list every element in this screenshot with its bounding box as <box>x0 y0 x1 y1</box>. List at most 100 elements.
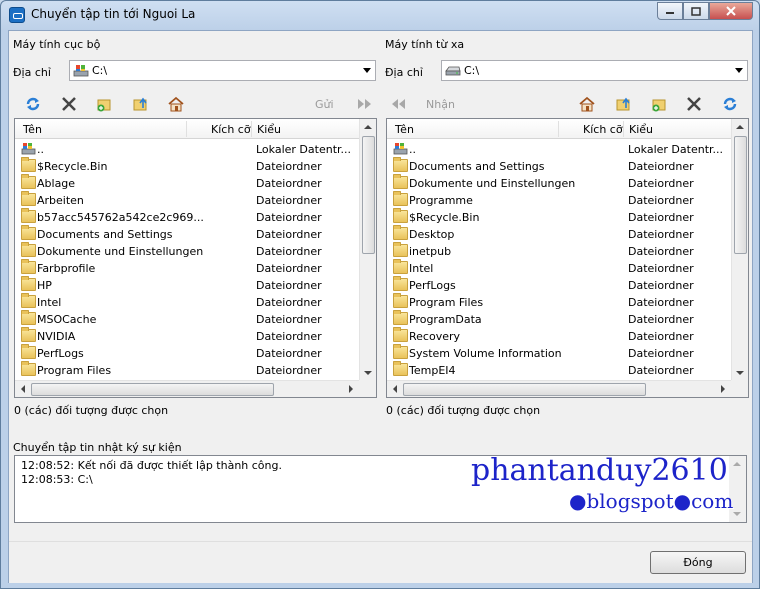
close-window-button[interactable] <box>709 2 753 20</box>
list-item[interactable]: PerfLogs Dateiordner <box>387 276 731 294</box>
folder-icon <box>21 191 36 206</box>
list-item[interactable]: HP Dateiordner <box>15 276 359 294</box>
local-file-list[interactable]: Tên Kích cỡ Kiểu .. Lokaler Datentr... $Re… <box>14 118 377 398</box>
send-button[interactable] <box>355 95 375 113</box>
list-item[interactable]: System Volume Information Dateiordner <box>387 344 731 362</box>
remote-address-combo[interactable]: C:\ <box>441 60 748 81</box>
minimize-button[interactable] <box>657 2 683 20</box>
file-type: Dateiordner <box>256 364 322 377</box>
remote-file-list[interactable]: Tên Kích cỡ Kiểu .. Lokaler Datentr... Doc… <box>386 118 749 398</box>
list-item[interactable]: Programme Dateiordner <box>387 191 731 209</box>
new-folder-local-button[interactable] <box>94 95 114 113</box>
title-bar[interactable]: Chuyển tập tin tới Nguoi La <box>1 1 759 29</box>
column-name-header[interactable]: Tên <box>23 123 42 136</box>
scroll-left-icon[interactable] <box>393 385 397 393</box>
list-item[interactable]: Program Files Dateiordner <box>387 293 731 311</box>
folder-icon <box>393 327 408 342</box>
scroll-thumb[interactable] <box>403 383 646 396</box>
list-item[interactable]: $Recycle.Bin Dateiordner <box>387 208 731 226</box>
scroll-right-icon[interactable] <box>721 385 725 393</box>
list-item[interactable]: Documents and Settings Dateiordner <box>387 157 731 175</box>
column-type-header[interactable]: Kiểu <box>629 123 653 136</box>
scroll-left-icon[interactable] <box>21 385 25 393</box>
maximize-icon <box>691 6 701 16</box>
list-item[interactable]: Ablage Dateiordner <box>15 174 359 192</box>
close-icon <box>726 6 736 16</box>
list-item[interactable]: Arbeiten Dateiordner <box>15 191 359 209</box>
refresh-remote-button[interactable] <box>720 95 740 113</box>
receive-label[interactable]: Nhận <box>426 98 455 111</box>
list-item[interactable]: Farbprofile Dateiordner <box>15 259 359 277</box>
delete-icon <box>687 97 701 111</box>
scroll-right-icon[interactable] <box>349 385 353 393</box>
remote-list-header: Tên Kích cỡ Kiểu <box>387 119 731 139</box>
scroll-thumb[interactable] <box>734 136 747 254</box>
scroll-up-icon[interactable] <box>736 125 744 129</box>
scroll-down-icon[interactable] <box>736 371 744 375</box>
maximize-button[interactable] <box>683 2 709 20</box>
local-horizontal-scrollbar[interactable] <box>15 380 359 397</box>
scroll-up-icon[interactable] <box>364 125 372 129</box>
list-item[interactable]: Program Files Dateiordner <box>15 361 359 379</box>
close-button[interactable]: Đóng <box>650 551 746 574</box>
file-name: TempEI4 <box>409 364 456 377</box>
list-item[interactable]: inetpub Dateiordner <box>387 242 731 260</box>
computer-icon <box>393 143 408 155</box>
local-address-combo[interactable]: C:\ <box>69 60 376 81</box>
list-item[interactable]: NVIDIA Dateiordner <box>15 327 359 345</box>
list-item[interactable]: .. Lokaler Datentr... <box>15 141 359 158</box>
file-type: Dateiordner <box>256 228 322 241</box>
folder-icon <box>21 344 36 359</box>
remote-address-label: Địa chỉ <box>385 66 423 79</box>
folder-icon <box>393 225 408 240</box>
folder-icon <box>393 293 408 308</box>
new-folder-icon <box>97 99 111 112</box>
remote-vertical-scrollbar[interactable] <box>731 119 748 381</box>
list-item[interactable]: TempEI4 Dateiordner <box>387 361 731 379</box>
scroll-down-icon[interactable] <box>364 371 372 375</box>
list-item[interactable]: PerfLogs Dateiordner <box>15 344 359 362</box>
list-item[interactable]: Documents and Settings Dateiordner <box>15 225 359 243</box>
list-item[interactable]: Desktop Dateiordner <box>387 225 731 243</box>
remote-rows: .. Lokaler Datentr... Documents and Settin… <box>387 141 731 379</box>
receive-button[interactable] <box>388 95 408 113</box>
home-local-button[interactable] <box>166 95 186 113</box>
send-label[interactable]: Gửi <box>315 98 334 111</box>
list-item[interactable]: Recovery Dateiordner <box>387 327 731 345</box>
folder-icon <box>393 242 408 257</box>
column-name-header[interactable]: Tên <box>395 123 414 136</box>
file-name: PerfLogs <box>409 279 456 292</box>
file-name: .. <box>409 143 416 156</box>
column-size-header[interactable]: Kích cỡ <box>211 123 251 136</box>
file-type: Dateiordner <box>256 245 322 258</box>
column-type-header[interactable]: Kiểu <box>257 123 281 136</box>
folder-icon <box>21 242 36 257</box>
new-folder-remote-button[interactable] <box>649 95 669 113</box>
scroll-thumb[interactable] <box>31 383 274 396</box>
scroll-down-icon[interactable] <box>733 512 741 516</box>
list-item[interactable]: $Recycle.Bin Dateiordner <box>15 157 359 175</box>
list-item[interactable]: MSOCache Dateiordner <box>15 310 359 328</box>
list-item[interactable]: Dokumente und Einstellungen Dateiordner <box>387 174 731 192</box>
scroll-up-icon[interactable] <box>733 462 741 466</box>
local-vertical-scrollbar[interactable] <box>359 119 376 381</box>
list-item[interactable]: Intel Dateiordner <box>15 293 359 311</box>
folder-icon <box>393 310 408 325</box>
parent-folder-remote-button[interactable] <box>613 95 633 113</box>
file-name: Documents and Settings <box>37 228 173 241</box>
refresh-local-button[interactable] <box>23 95 43 113</box>
delete-remote-button[interactable] <box>684 95 704 113</box>
list-item[interactable]: ProgramData Dateiordner <box>387 310 731 328</box>
delete-local-button[interactable] <box>59 95 79 113</box>
scroll-thumb[interactable] <box>362 136 375 254</box>
folder-icon <box>21 259 36 274</box>
remote-horizontal-scrollbar[interactable] <box>387 380 731 397</box>
remote-pane-header: Máy tính từ xa <box>385 38 465 51</box>
home-remote-button[interactable] <box>577 95 597 113</box>
column-size-header[interactable]: Kích cỡ <box>583 123 623 136</box>
list-item[interactable]: Dokumente und Einstellungen Dateiordner <box>15 242 359 260</box>
list-item[interactable]: b57acc545762a542ce2c969... Dateiordner <box>15 208 359 226</box>
list-item[interactable]: .. Lokaler Datentr... <box>387 141 731 158</box>
parent-folder-local-button[interactable] <box>130 95 150 113</box>
list-item[interactable]: Intel Dateiordner <box>387 259 731 277</box>
